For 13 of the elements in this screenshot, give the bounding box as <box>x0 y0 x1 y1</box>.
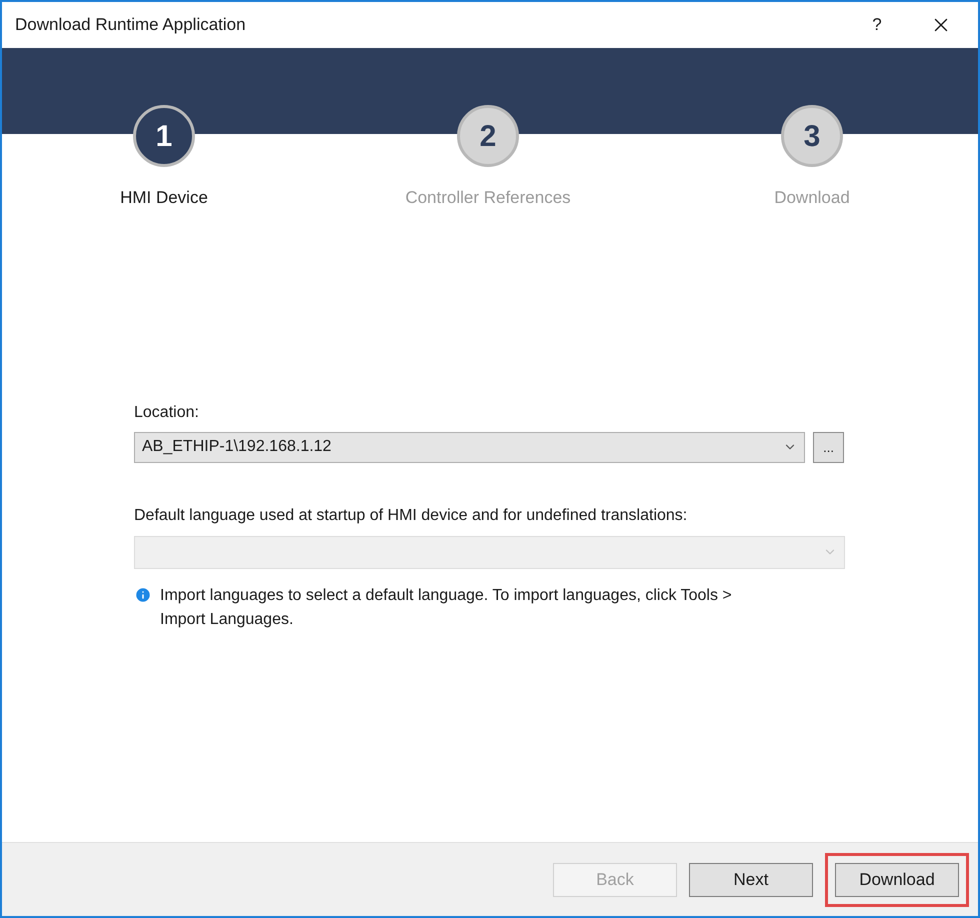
step-label: Controller References <box>405 187 571 209</box>
info-icon <box>134 586 152 604</box>
step-label: Download <box>774 187 850 209</box>
browse-button[interactable]: ... <box>813 432 844 462</box>
dialog-button[interactable]: Next <box>689 862 813 896</box>
step-label: HMI Device <box>120 187 208 209</box>
info-text: Import languages to select a default language. To import languages, click Tools > Import Languages. <box>160 586 733 630</box>
language-label: Default language used at startup of HMI device and for undefined translations: <box>134 506 688 526</box>
location-label: Location: <box>134 402 200 422</box>
dialog-button[interactable]: Download <box>835 862 959 896</box>
help-button[interactable]: ? <box>862 12 892 38</box>
window-title: Download Runtime Application <box>15 14 247 36</box>
location-dropdown[interactable]: AB_ETHIP-1\192.168.1.12 <box>134 432 806 462</box>
